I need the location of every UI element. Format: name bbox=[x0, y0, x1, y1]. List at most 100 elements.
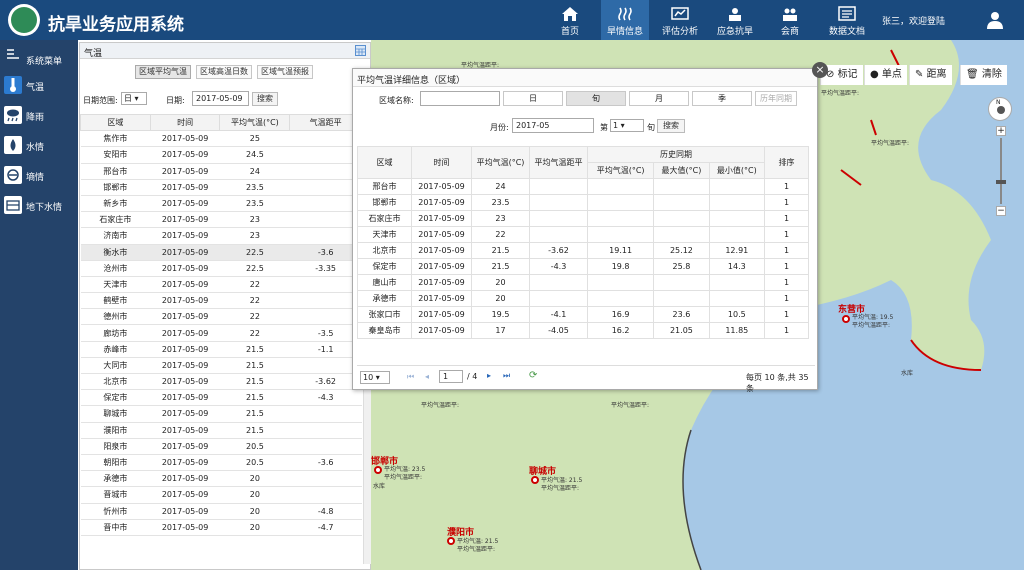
table-row[interactable]: 邯郸市 2017-05-09 23.5 1 bbox=[357, 194, 809, 211]
xun-label: 旬 bbox=[647, 123, 655, 132]
nav-emergency[interactable]: 应急抗旱 bbox=[711, 0, 759, 40]
column-header[interactable]: 时间 bbox=[149, 113, 221, 132]
table-cell: 阳泉市 bbox=[80, 438, 151, 455]
table-cell: 21.5 bbox=[219, 422, 290, 439]
sidebar-item-water[interactable]: 水情 bbox=[0, 132, 78, 158]
tab-region-average[interactable]: 区域平均气温 bbox=[135, 65, 191, 79]
column-header[interactable]: 平均气温(°C) bbox=[219, 113, 291, 132]
period-tab-history[interactable]: 历年同期 bbox=[755, 91, 797, 106]
table-cell: -3.6 bbox=[289, 454, 362, 472]
menu-icon bbox=[7, 49, 19, 59]
table-row[interactable]: 阳泉市 2017-05-09 20.5 bbox=[80, 438, 362, 455]
refresh-icon[interactable]: ⟳ bbox=[529, 370, 537, 381]
close-popup-button[interactable]: × bbox=[812, 62, 828, 78]
last-page-icon[interactable]: ⏭ bbox=[503, 371, 510, 381]
table-cell bbox=[289, 470, 362, 488]
table-row[interactable]: 邯郸市 2017-05-09 23.5 bbox=[80, 179, 362, 196]
tab-region-forecast[interactable]: 区域气温预报 bbox=[257, 65, 313, 79]
panel-search-button[interactable]: 搜索 bbox=[252, 92, 278, 106]
dekad-select[interactable]: 1 ▾ bbox=[610, 119, 644, 132]
table-row[interactable]: 北京市 2017-05-09 21.5 -3.62 bbox=[80, 373, 362, 391]
table-row[interactable]: 焦作市 2017-05-09 25 bbox=[80, 130, 362, 148]
table-row[interactable]: 邢台市 2017-05-09 24 bbox=[80, 163, 362, 180]
table-row[interactable]: 安阳市 2017-05-09 24.5 bbox=[80, 146, 362, 164]
sidebar-item-rain[interactable]: 降雨 bbox=[0, 102, 78, 128]
tab-region-hot-days[interactable]: 区域高温日数 bbox=[196, 65, 252, 79]
region-name-input[interactable] bbox=[420, 91, 500, 106]
map-marker-icon[interactable] bbox=[842, 315, 850, 323]
table-cell: 朝阳市 bbox=[80, 454, 151, 472]
map-tool-distance[interactable]: ✎ 距离 bbox=[909, 65, 952, 85]
table-row[interactable]: 赤峰市 2017-05-09 21.5 -1.1 bbox=[80, 341, 362, 358]
map-marker-icon[interactable] bbox=[531, 476, 539, 484]
zoom-slider-handle[interactable] bbox=[996, 180, 1006, 184]
page-size-select[interactable]: 10 ▾ bbox=[360, 371, 390, 384]
next-page-icon[interactable]: ▸ bbox=[487, 371, 491, 380]
table-icon[interactable] bbox=[355, 45, 366, 56]
zoom-in-button[interactable]: + bbox=[996, 126, 1006, 136]
map-reservoir-label: 水库 bbox=[901, 370, 914, 377]
table-row[interactable]: 德州市 2017-05-09 22 bbox=[80, 308, 362, 326]
zoom-out-button[interactable]: − bbox=[996, 206, 1006, 216]
map-marker-icon[interactable] bbox=[447, 537, 455, 545]
table-row[interactable]: 北京市 2017-05-09 21.5 -3.62 19.11 25.12 12.91 1 bbox=[357, 242, 809, 259]
map-small-label: 平均气温距平: bbox=[611, 402, 650, 409]
column-header[interactable]: 气温距平 bbox=[289, 113, 362, 132]
first-page-icon[interactable]: ⏮ bbox=[407, 372, 414, 382]
table-row[interactable]: 鹤壁市 2017-05-09 22 bbox=[80, 292, 362, 310]
period-tab-month[interactable]: 月 bbox=[629, 91, 689, 106]
table-row[interactable]: 晋城市 2017-05-09 20 bbox=[80, 486, 362, 504]
map-tool-clear[interactable]: 🗑 清除 bbox=[960, 65, 1007, 85]
table-row[interactable]: 聊城市 2017-05-09 21.5 bbox=[80, 405, 362, 423]
table-row[interactable]: 忻州市 2017-05-09 20 -4.8 bbox=[80, 503, 362, 520]
table-row[interactable]: 张家口市 2017-05-09 19.5 -4.1 16.9 23.6 10.5 1 bbox=[357, 306, 809, 323]
sidebar-menu-header[interactable]: 系统菜单 bbox=[0, 42, 78, 68]
period-tab-dekad[interactable]: 旬 bbox=[566, 91, 626, 106]
date-range-select[interactable]: 日 ▾ bbox=[121, 92, 147, 105]
table-row[interactable]: 朝阳市 2017-05-09 20.5 -3.6 bbox=[80, 454, 362, 472]
table-cell: 石家庄市 bbox=[80, 211, 151, 229]
month-input[interactable]: 2017-05 bbox=[512, 118, 594, 133]
table-row[interactable]: 大同市 2017-05-09 21.5 bbox=[80, 357, 362, 375]
table-row[interactable]: 濮阳市 2017-05-09 21.5 bbox=[80, 422, 362, 439]
nav-documents[interactable]: 数据文档 bbox=[821, 0, 873, 40]
table-row[interactable]: 石家庄市 2017-05-09 23 bbox=[80, 211, 362, 229]
table-row[interactable]: 保定市 2017-05-09 21.5 -4.3 bbox=[80, 389, 362, 407]
map-city-label[interactable]: 聊城市 bbox=[529, 464, 556, 477]
user-icon[interactable] bbox=[986, 11, 1004, 29]
sidebar-item-soil[interactable]: 墒情 bbox=[0, 162, 78, 188]
table-row[interactable]: 唐山市 2017-05-09 20 1 bbox=[357, 274, 809, 291]
table-row[interactable]: 邢台市 2017-05-09 24 1 bbox=[357, 178, 809, 195]
table-row[interactable]: 晋中市 2017-05-09 20 -4.7 bbox=[80, 519, 362, 536]
map-marker-icon[interactable] bbox=[374, 466, 382, 474]
date-input[interactable]: 2017-05-09 bbox=[192, 91, 249, 106]
sidebar-item-temperature[interactable]: 气温 bbox=[0, 72, 78, 98]
zoom-slider[interactable] bbox=[1000, 138, 1002, 204]
table-row[interactable]: 新乡市 2017-05-09 23.5 bbox=[80, 195, 362, 213]
period-tab-day[interactable]: 日 bbox=[503, 91, 563, 106]
table-row[interactable]: 廊坊市 2017-05-09 22 -3.5 bbox=[80, 324, 362, 342]
map-tool-point[interactable]: ● 单点 bbox=[864, 65, 907, 85]
column-header[interactable]: 区域 bbox=[80, 113, 151, 132]
table-row[interactable]: 天津市 2017-05-09 22 1 bbox=[357, 226, 809, 243]
table-cell: 石家庄市 bbox=[357, 210, 412, 227]
table-row[interactable]: 承德市 2017-05-09 20 1 bbox=[357, 290, 809, 307]
table-row[interactable]: 承德市 2017-05-09 20 bbox=[80, 470, 362, 488]
table-row[interactable]: 济南市 2017-05-09 23 bbox=[80, 227, 362, 245]
table-row[interactable]: 衡水市 2017-05-09 22.5 -3.6 bbox=[80, 244, 362, 261]
page-number-input[interactable]: 1 bbox=[439, 370, 463, 383]
period-tab-season[interactable]: 季 bbox=[692, 91, 752, 106]
nav-analysis[interactable]: 评估分析 bbox=[656, 0, 704, 40]
popup-search-button[interactable]: 搜索 bbox=[657, 119, 685, 133]
table-row[interactable]: 沧州市 2017-05-09 22.5 -3.35 bbox=[80, 260, 362, 277]
sidebar-item-groundwater[interactable]: 地下水情 bbox=[0, 192, 78, 218]
table-row[interactable]: 保定市 2017-05-09 21.5 -4.3 19.8 25.8 14.3 1 bbox=[357, 258, 809, 275]
prev-page-icon[interactable]: ◂ bbox=[425, 372, 429, 381]
nav-drought-info[interactable]: 旱情信息 bbox=[601, 0, 649, 40]
table-row[interactable]: 秦皇岛市 2017-05-09 17 -4.05 16.2 21.05 11.85 1 bbox=[357, 322, 809, 339]
nav-consultation[interactable]: 会商 bbox=[766, 0, 814, 40]
map-pan-control[interactable]: N bbox=[988, 97, 1012, 121]
table-row[interactable]: 天津市 2017-05-09 22 bbox=[80, 276, 362, 294]
table-row[interactable]: 石家庄市 2017-05-09 23 1 bbox=[357, 210, 809, 227]
nav-home[interactable]: 首页 bbox=[546, 0, 594, 40]
